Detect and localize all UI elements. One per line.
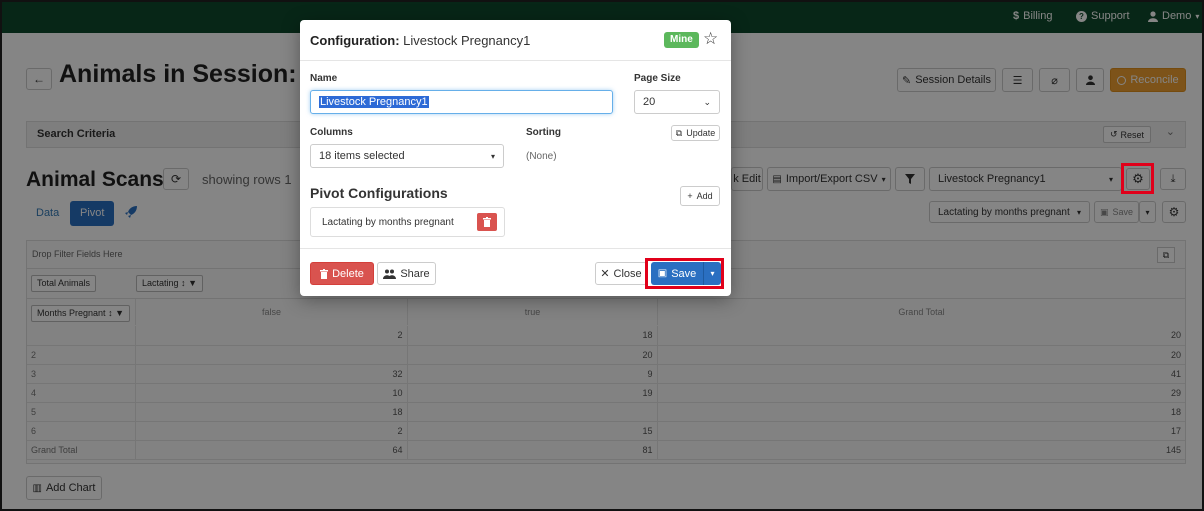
close-label: Close <box>613 267 642 280</box>
delete-label: Delete <box>332 267 364 280</box>
share-button[interactable]: Share <box>377 262 436 285</box>
chevron-down-icon: ⌄ <box>703 96 711 107</box>
highlight-box <box>1121 163 1154 194</box>
pivot-config-item-label: Lactating by months pregnant <box>322 217 454 228</box>
pivot-configurations-heading: Pivot Configurations <box>310 185 448 201</box>
add-pivot-button[interactable]: + Add <box>680 186 720 206</box>
star-icon[interactable]: ☆ <box>703 30 718 48</box>
update-label: Update <box>686 128 716 138</box>
trash-icon <box>320 268 329 279</box>
mine-badge: Mine <box>664 32 699 48</box>
modal-header: Configuration: Livestock Pregnancy1 Mine… <box>300 20 731 61</box>
sorting-label: Sorting <box>526 127 561 138</box>
modal-title-prefix: Configuration: <box>310 33 400 48</box>
columns-select[interactable]: 18 items selected ▾ <box>310 144 504 168</box>
caret-down-icon: ▾ <box>490 151 495 161</box>
columns-select-value: 18 items selected <box>319 150 405 162</box>
modal-title: Configuration: Livestock Pregnancy1 <box>310 33 530 48</box>
close-icon: ✕ <box>600 268 610 280</box>
update-button[interactable]: ⧉ Update <box>671 125 720 141</box>
sorting-value[interactable]: (None) <box>526 151 557 162</box>
close-button[interactable]: ✕ Close <box>595 262 647 285</box>
delete-button[interactable]: Delete <box>310 262 374 285</box>
name-label: Name <box>310 73 338 84</box>
page-size-value: 20 <box>643 96 656 108</box>
highlight-box <box>645 258 724 289</box>
share-label: Share <box>400 267 430 280</box>
plus-icon: + <box>687 191 693 201</box>
pivot-config-item[interactable]: Lactating by months pregnant <box>310 207 505 237</box>
add-label: Add <box>696 191 713 201</box>
columns-label: Columns <box>310 127 353 138</box>
page-size-select[interactable]: 20 ⌄ <box>634 90 720 114</box>
modal-title-name: Livestock Pregnancy1 <box>403 33 531 48</box>
copy-icon: ⧉ <box>675 127 683 138</box>
name-input-value: Livestock Pregnancy1 <box>319 96 429 108</box>
name-input[interactable]: Livestock Pregnancy1 <box>310 90 613 114</box>
users-icon <box>383 269 397 279</box>
page-size-label: Page Size <box>634 73 681 84</box>
delete-pivot-button[interactable] <box>477 213 497 231</box>
configuration-modal: Configuration: Livestock Pregnancy1 Mine… <box>300 20 731 296</box>
trash-icon <box>483 217 491 227</box>
